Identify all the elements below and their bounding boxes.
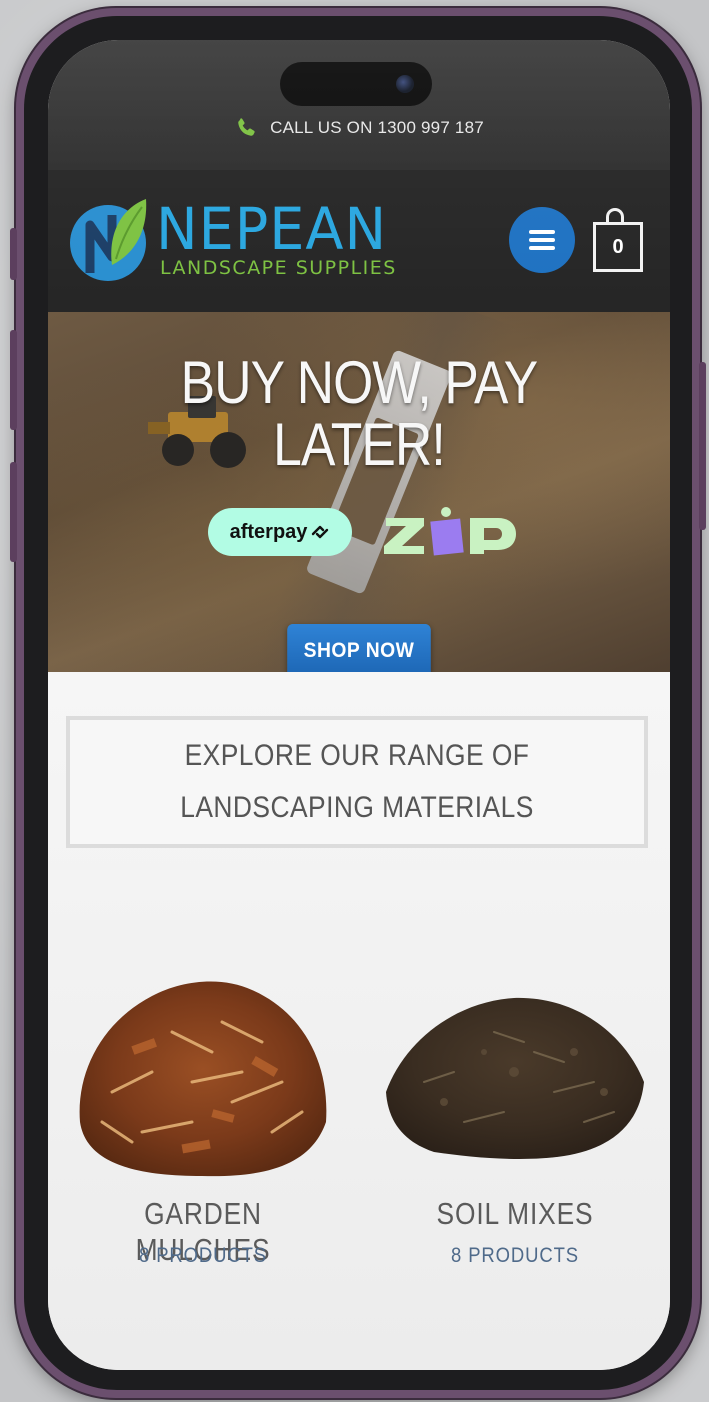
- phone-volume-down-button: [10, 462, 17, 562]
- product-category-grid: GARDEN MULCHES 8 PRODUCTS SOIL MIXES 8 P…: [48, 902, 670, 1282]
- site-header: NEPEAN LANDSCAPE SUPPLIES 0: [48, 170, 670, 312]
- dynamic-island: [280, 62, 432, 106]
- afterpay-label: afterpay: [229, 520, 308, 543]
- hero-title: BUY NOW, PAY LATER!: [92, 352, 627, 476]
- top-bar: CALL US ON 1300 997 187: [48, 40, 670, 170]
- cart-button[interactable]: 0: [593, 208, 649, 274]
- call-us-link[interactable]: CALL US ON 1300 997 187: [48, 110, 670, 146]
- category-name[interactable]: SOIL MIXES: [392, 1196, 639, 1232]
- phone-side-button: [10, 228, 17, 280]
- leaf-logo-icon[interactable]: [68, 195, 148, 287]
- phone-volume-up-button: [10, 330, 17, 430]
- hamburger-icon-line: [529, 238, 555, 242]
- garden-mulch-image[interactable]: [72, 972, 334, 1178]
- category-card-garden-mulches[interactable]: GARDEN MULCHES 8 PRODUCTS: [58, 902, 348, 1282]
- hero-title-line1: BUY NOW, PAY: [180, 349, 539, 416]
- category-card-soil-mixes[interactable]: SOIL MIXES 8 PRODUCTS: [370, 902, 660, 1282]
- hero-title-line2: LATER!: [273, 411, 446, 478]
- category-section: EXPLORE OUR RANGE OF LANDSCAPING MATERIA…: [48, 672, 670, 1370]
- hamburger-icon: [529, 230, 555, 234]
- phone-power-button: [699, 362, 706, 530]
- phone-screen: CALL US ON 1300 997 187 NEPEAN LANDSCAPE…: [48, 40, 670, 1370]
- afterpay-arrows-icon: [312, 525, 329, 539]
- menu-button[interactable]: [509, 207, 575, 273]
- call-us-text: CALL US ON 1300 997 187: [270, 118, 484, 137]
- payment-logos: afterpay: [208, 506, 528, 558]
- zip-logo: [384, 507, 516, 556]
- camera-icon: [396, 75, 414, 93]
- phone-icon: [234, 116, 258, 140]
- shop-now-button[interactable]: SHOP NOW: [287, 624, 431, 672]
- explore-heading: EXPLORE OUR RANGE OF LANDSCAPING MATERIA…: [180, 739, 534, 824]
- hero-banner: BUY NOW, PAY LATER! afterpay SHOP NOW: [48, 312, 670, 672]
- category-product-count: 8 PRODUCTS: [139, 1244, 267, 1267]
- logo-subtitle: LANDSCAPE SUPPLIES: [160, 257, 397, 279]
- cart-count: 0: [593, 222, 643, 272]
- category-product-count: 8 PRODUCTS: [451, 1244, 579, 1267]
- hamburger-icon-line: [529, 246, 555, 250]
- soil-mix-image[interactable]: [384, 972, 646, 1178]
- explore-heading-box: EXPLORE OUR RANGE OF LANDSCAPING MATERIA…: [66, 716, 648, 848]
- afterpay-logo: afterpay: [208, 508, 352, 556]
- logo-title[interactable]: NEPEAN: [156, 200, 387, 258]
